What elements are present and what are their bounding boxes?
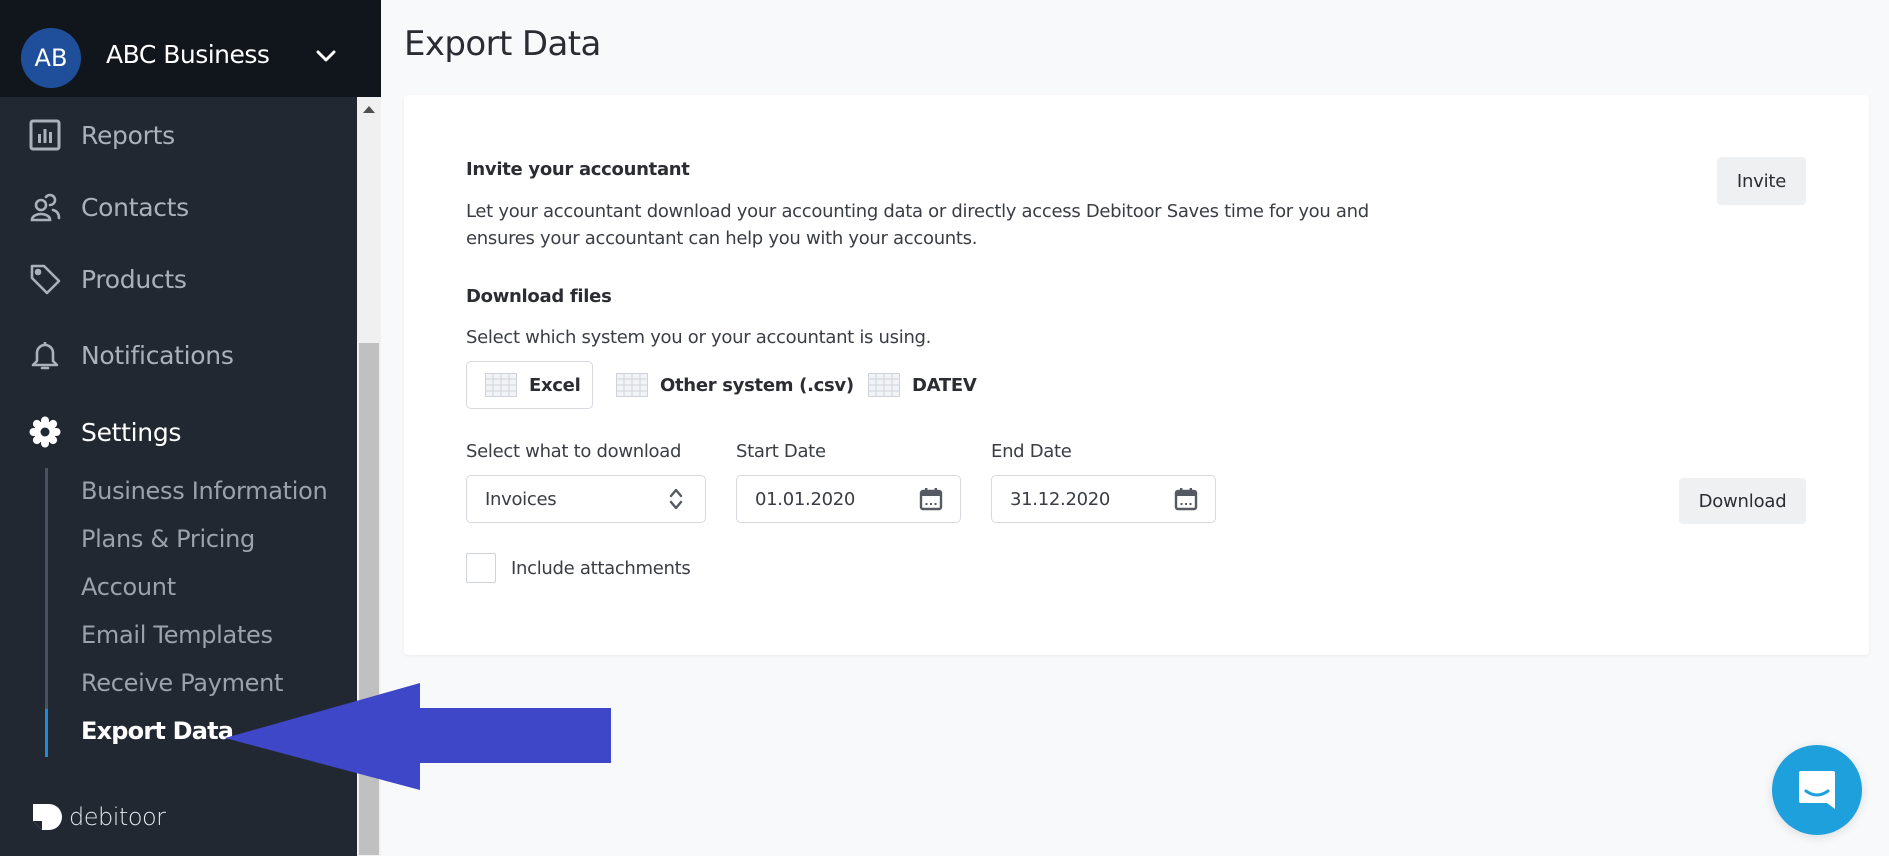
sidebar-item-notifications[interactable]: Notifications — [28, 332, 234, 378]
download-title: Download files — [466, 286, 612, 307]
business-name: ABC Business — [106, 40, 270, 69]
export-card: Invite your accountant Let your accounta… — [404, 95, 1869, 655]
chat-button[interactable] — [1772, 745, 1862, 835]
sidebar-item-label: Products — [81, 264, 187, 294]
sidebar-item-products[interactable]: Products — [28, 256, 187, 302]
bell-icon — [28, 338, 62, 372]
start-date-input[interactable]: 01.01.2020 — [736, 475, 961, 523]
debitoor-logo: debitoor — [33, 803, 166, 831]
system-option-label: Other system (.csv) — [660, 374, 854, 396]
sidebar-item-label: Reports — [81, 120, 175, 150]
sidebar-item-settings[interactable]: Settings — [28, 409, 181, 455]
gear-icon — [28, 415, 62, 449]
system-option-label: DATEV — [912, 374, 977, 396]
active-indicator — [45, 709, 48, 757]
end-date-label: End Date — [991, 441, 1072, 462]
spreadsheet-icon — [868, 373, 900, 397]
sidebar-item-contacts[interactable]: Contacts — [28, 184, 189, 230]
logo-text: debitoor — [69, 803, 166, 831]
annotation-arrow — [225, 683, 611, 790]
system-option-label: Excel — [529, 374, 581, 396]
invite-description: Let your accountant download your accoun… — [466, 198, 1369, 252]
select-arrows-icon — [663, 486, 689, 512]
subnav-plans-pricing[interactable]: Plans & Pricing — [81, 525, 255, 553]
system-option-excel[interactable]: Excel — [466, 361, 593, 409]
contacts-icon — [28, 190, 62, 224]
system-option-datev[interactable]: DATEV — [868, 361, 977, 409]
page-title: Export Data — [404, 24, 601, 64]
invite-title: Invite your accountant — [466, 159, 690, 180]
end-date-value: 31.12.2020 — [1010, 488, 1111, 510]
chevron-down-icon[interactable] — [315, 48, 337, 64]
spreadsheet-icon — [616, 373, 648, 397]
include-attachments-checkbox[interactable] — [466, 553, 496, 583]
include-attachments-label[interactable]: Include attachments — [511, 558, 691, 579]
subnav-business-information[interactable]: Business Information — [81, 477, 328, 505]
what-to-download-label: Select what to download — [466, 441, 682, 462]
sidebar-item-reports[interactable]: Reports — [28, 112, 175, 158]
avatar: AB — [21, 28, 81, 88]
business-switcher[interactable]: AB ABC Business — [0, 0, 381, 97]
invite-description-line: Let your accountant download your accoun… — [466, 201, 1369, 222]
scroll-up-arrow-icon[interactable] — [357, 105, 381, 117]
chat-icon — [1799, 771, 1835, 809]
subnav-export-data[interactable]: Export Data — [81, 717, 234, 745]
spreadsheet-icon — [485, 373, 517, 397]
download-button[interactable]: Download — [1679, 478, 1806, 524]
reports-icon — [28, 118, 62, 152]
start-date-value: 01.01.2020 — [755, 488, 856, 510]
tag-icon — [28, 262, 62, 296]
invite-description-line: ensures your accountant can help you wit… — [466, 228, 978, 249]
calendar-icon[interactable] — [1173, 486, 1199, 512]
sidebar-item-label: Settings — [81, 417, 182, 447]
system-option-csv[interactable]: Other system (.csv) — [616, 361, 854, 409]
start-date-label: Start Date — [736, 441, 826, 462]
download-subtitle: Select which system you or your accounta… — [466, 327, 932, 348]
debitoor-logo-icon — [33, 804, 62, 830]
calendar-icon[interactable] — [918, 486, 944, 512]
invite-button[interactable]: Invite — [1717, 157, 1806, 205]
end-date-input[interactable]: 31.12.2020 — [991, 475, 1216, 523]
sidebar-item-label: Notifications — [81, 340, 234, 370]
what-to-download-value: Invoices — [485, 488, 557, 510]
sidebar-item-label: Contacts — [81, 192, 189, 222]
subnav-email-templates[interactable]: Email Templates — [81, 621, 273, 649]
what-to-download-select[interactable]: Invoices — [466, 475, 706, 523]
subnav-account[interactable]: Account — [81, 573, 176, 601]
